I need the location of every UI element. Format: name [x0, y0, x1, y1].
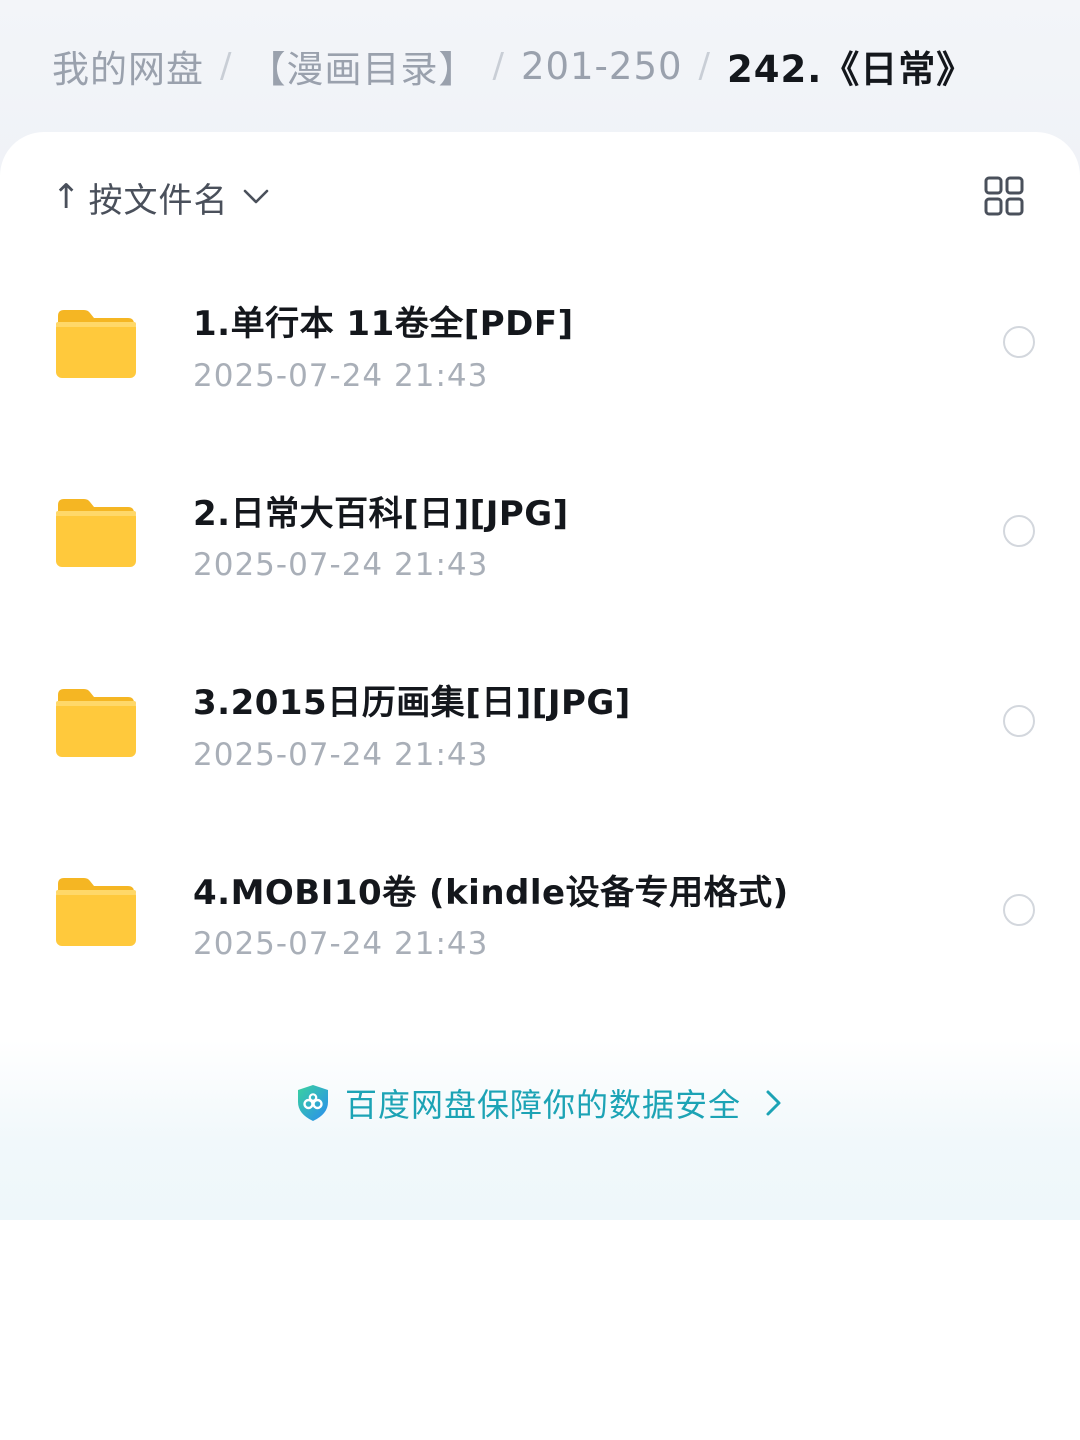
list-item[interactable] [0, 460, 1080, 610]
file-name[interactable]: 4.MOBI10卷 (kindle设备专用格式) [193, 865, 789, 914]
shield-icon [297, 1085, 328, 1121]
file-name[interactable]: 1.单行本 11卷全[PDF] [193, 296, 574, 345]
chevron-down-icon [243, 184, 269, 210]
sort-control[interactable]: ↑ 按文件名 [52, 172, 269, 222]
security-banner[interactable]: 百度网盘保障你的数据安全 [0, 1078, 1080, 1128]
breadcrumb-item-range[interactable]: 201-250 [521, 45, 683, 88]
select-checkbox[interactable] [1003, 515, 1035, 547]
list-item[interactable] [0, 650, 1080, 800]
grid-view-icon[interactable] [984, 176, 1024, 216]
file-date: 2025-07-24 21:43 [193, 547, 489, 583]
file-date: 2025-07-24 21:43 [193, 358, 489, 394]
breadcrumb-item-my-drive[interactable]: 我的网盘 [52, 39, 204, 93]
breadcrumb-separator: / [492, 46, 505, 86]
select-checkbox[interactable] [1003, 326, 1035, 358]
file-name[interactable]: 2.日常大百科[日][JPG] [193, 486, 569, 535]
breadcrumb-item-manga-catalog[interactable]: 【漫画目录】 [248, 39, 476, 93]
breadcrumb-separator: / [698, 46, 712, 86]
folder-icon [56, 310, 136, 378]
list-item[interactable] [0, 270, 1080, 420]
breadcrumb-item-current: 242.《日常》 [727, 48, 975, 91]
breadcrumb: 我的网盘 / 【漫画目录】 / 201-250 / 242.《日常》 [52, 38, 974, 94]
select-checkbox[interactable] [1003, 894, 1035, 926]
sort-arrow-icon: ↑ [52, 177, 81, 217]
file-date: 2025-07-24 21:43 [193, 926, 489, 962]
list-item[interactable] [0, 840, 1080, 990]
chevron-right-icon [766, 1090, 781, 1116]
breadcrumb-separator: / [220, 46, 233, 86]
folder-icon [56, 499, 136, 567]
folder-icon [56, 878, 136, 946]
select-checkbox[interactable] [1003, 705, 1035, 737]
sort-label: 按文件名 [88, 180, 229, 221]
folder-icon [56, 689, 136, 757]
file-name[interactable]: 3.2015日历画集[日][JPG] [193, 675, 631, 724]
security-text: 百度网盘保障你的数据安全 [344, 1086, 741, 1124]
file-date: 2025-07-24 21:43 [193, 737, 489, 773]
footer-fade [0, 1040, 1080, 1220]
